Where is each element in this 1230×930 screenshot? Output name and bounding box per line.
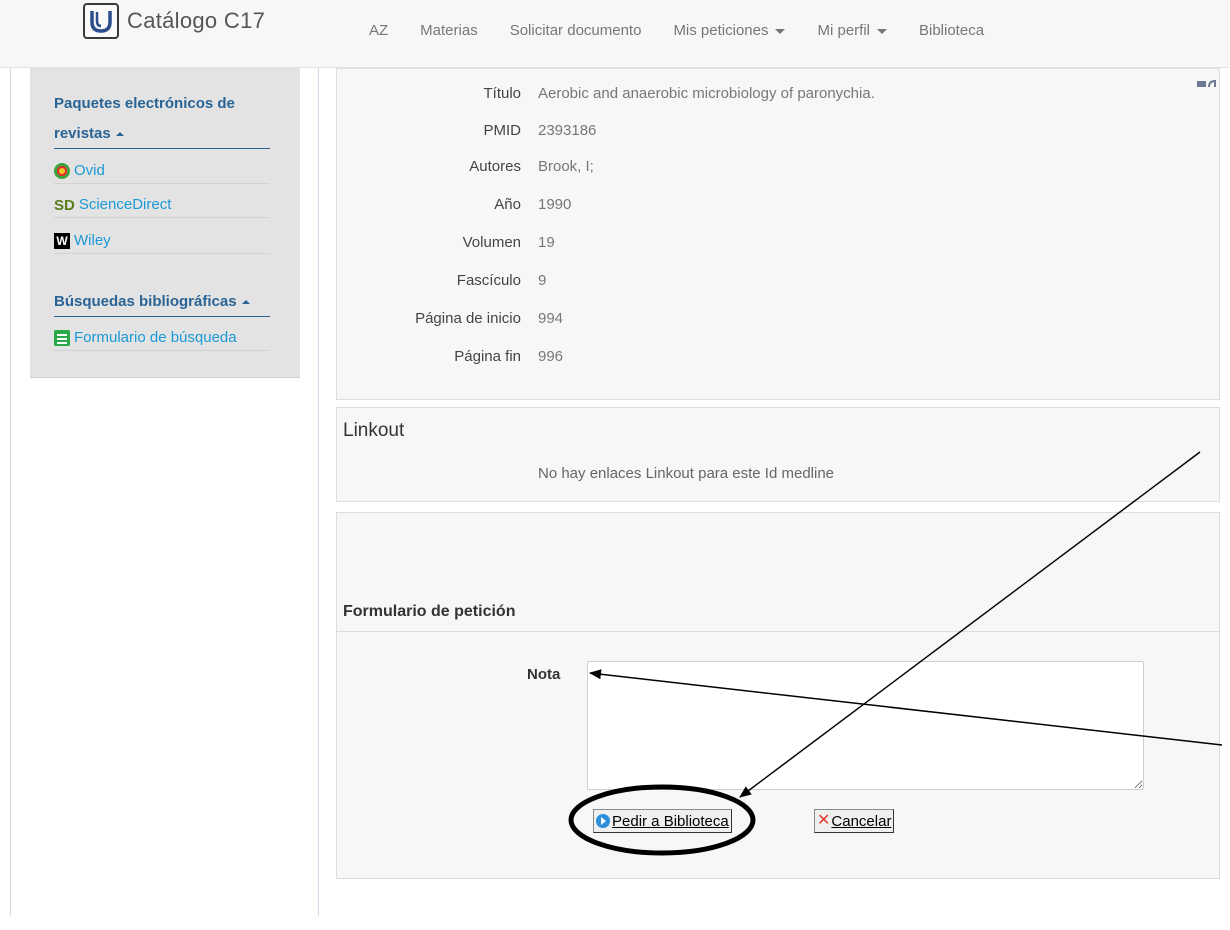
detail-label: Página de inicio	[415, 310, 521, 327]
detail-label: Año	[494, 196, 521, 213]
note-label: Nota	[527, 666, 561, 683]
detail-row-start-page: Página de inicio 994	[337, 301, 1219, 337]
wiley-icon: W	[54, 232, 70, 249]
nav-item-materias[interactable]: Materias	[420, 22, 478, 39]
detail-label: Autores	[469, 158, 521, 175]
nav-label: Mis peticiones	[673, 22, 769, 39]
nav-label: Mi perfil	[817, 22, 870, 39]
catalog-logo-icon	[83, 3, 119, 39]
nav-item-az[interactable]: AZ	[369, 22, 388, 39]
detail-label: PMID	[483, 122, 522, 139]
nav-item-solicitar-documento[interactable]: Solicitar documento	[510, 22, 642, 39]
sidebar-heading-searches[interactable]: Búsquedas bibliográficas	[54, 287, 250, 317]
heading-text: revistas	[54, 125, 111, 142]
nav-label: Biblioteca	[919, 22, 985, 39]
sidebar-divider	[54, 316, 270, 317]
arrow-circle-icon	[596, 814, 610, 828]
detail-row-volume: Volumen 19	[337, 225, 1219, 261]
nav-item-biblioteca[interactable]: Biblioteca	[919, 22, 984, 39]
heading-text: Búsquedas bibliográficas	[54, 293, 237, 310]
detail-row-issue: Fascículo 9	[337, 263, 1219, 299]
caret-up-icon	[115, 132, 124, 137]
detail-label: Volumen	[462, 234, 521, 251]
detail-value: Brook, I;	[538, 158, 594, 175]
detail-value: 9	[538, 272, 547, 289]
content-border-line	[318, 68, 319, 916]
caret-up-icon	[241, 300, 250, 305]
detail-row-pmid: PMID 2393186	[337, 113, 1219, 149]
linkout-message: No hay enlaces Linkout para este Id medl…	[538, 465, 835, 482]
cancel-button[interactable]: ✕ Cancelar	[814, 809, 895, 833]
request-form-panel: Formulario de petición Nota Pedir a Bibl…	[336, 512, 1220, 879]
detail-row-end-page: Página fin 996	[337, 339, 1219, 375]
sidebar-item-search-form[interactable]: Formulario de búsqueda	[54, 325, 270, 351]
detail-value: 1990	[538, 196, 572, 213]
sidebar-item-label: Formulario de búsqueda	[74, 329, 237, 346]
sidebar-divider	[54, 148, 270, 149]
detail-label: Página fin	[454, 348, 521, 365]
ovid-icon	[54, 162, 70, 179]
button-label: Cancelar	[831, 812, 892, 830]
sidebar-item-sciencedirect[interactable]: SD ScienceDirect	[54, 192, 270, 218]
button-label: Pedir a Biblioteca	[612, 812, 729, 830]
linkout-panel: Linkout No hay enlaces Linkout para este…	[336, 407, 1220, 502]
sidebar-item-ovid[interactable]: Ovid	[54, 158, 270, 184]
form-title: Formulario de petición	[343, 603, 516, 620]
brand[interactable]: Catálogo C17	[83, 1, 265, 41]
nav-label: AZ	[369, 22, 389, 39]
detail-label: Fascículo	[456, 272, 521, 289]
brand-title: Catálogo C17	[127, 8, 266, 33]
sidebar-item-label: ScienceDirect	[78, 196, 172, 213]
sidebar-heading-packages[interactable]: Paquetes electrónicos de	[54, 89, 235, 119]
linkout-title: Linkout	[343, 420, 405, 441]
caret-down-icon	[877, 28, 887, 34]
sidebar-item-wiley[interactable]: W Wiley	[54, 228, 270, 254]
heading-text: Paquetes electrónicos de	[54, 95, 235, 112]
top-navbar: Catálogo C17 AZ Materias Solicitar docum…	[0, 0, 1230, 68]
nav-label: Materias	[420, 22, 478, 39]
record-details-panel: Título Aerobic and anaerobic microbiolog…	[336, 68, 1220, 400]
detail-value: 2393186	[538, 122, 597, 139]
sidebar-heading-packages-toggle[interactable]: revistas	[54, 119, 124, 149]
sidebar: Paquetes electrónicos de revistas Ovid S…	[30, 68, 300, 378]
detail-row-authors: Autores Brook, I;	[337, 149, 1219, 185]
sidebar-item-label: Wiley	[74, 232, 111, 249]
form-list-icon	[54, 329, 70, 346]
caret-down-icon	[775, 28, 786, 34]
detail-value: Aerobic and anaerobic microbiology of pa…	[538, 85, 875, 102]
detail-value: 996	[538, 348, 564, 365]
nav-item-mis-peticiones[interactable]: Mis peticiones	[673, 22, 786, 39]
detail-value: 19	[538, 234, 555, 251]
sidebar-item-label: Ovid	[74, 162, 105, 179]
nav-label: Solicitar documento	[509, 22, 642, 39]
nav-item-mi-perfil[interactable]: Mi perfil	[817, 22, 887, 39]
detail-value: 994	[538, 310, 564, 327]
request-library-button[interactable]: Pedir a Biblioteca	[593, 809, 732, 833]
close-icon: ✕	[817, 812, 831, 829]
detail-label: Título	[483, 85, 521, 102]
detail-row-title: Título Aerobic and anaerobic microbiolog…	[337, 76, 1219, 112]
left-border-line	[10, 68, 11, 916]
main-nav: AZ Materias Solicitar documento Mis peti…	[369, 22, 1016, 39]
sciencedirect-icon: SD	[54, 196, 75, 214]
detail-row-year: Año 1990	[337, 187, 1219, 223]
form-divider	[337, 631, 1220, 632]
note-textarea[interactable]	[587, 661, 1144, 790]
